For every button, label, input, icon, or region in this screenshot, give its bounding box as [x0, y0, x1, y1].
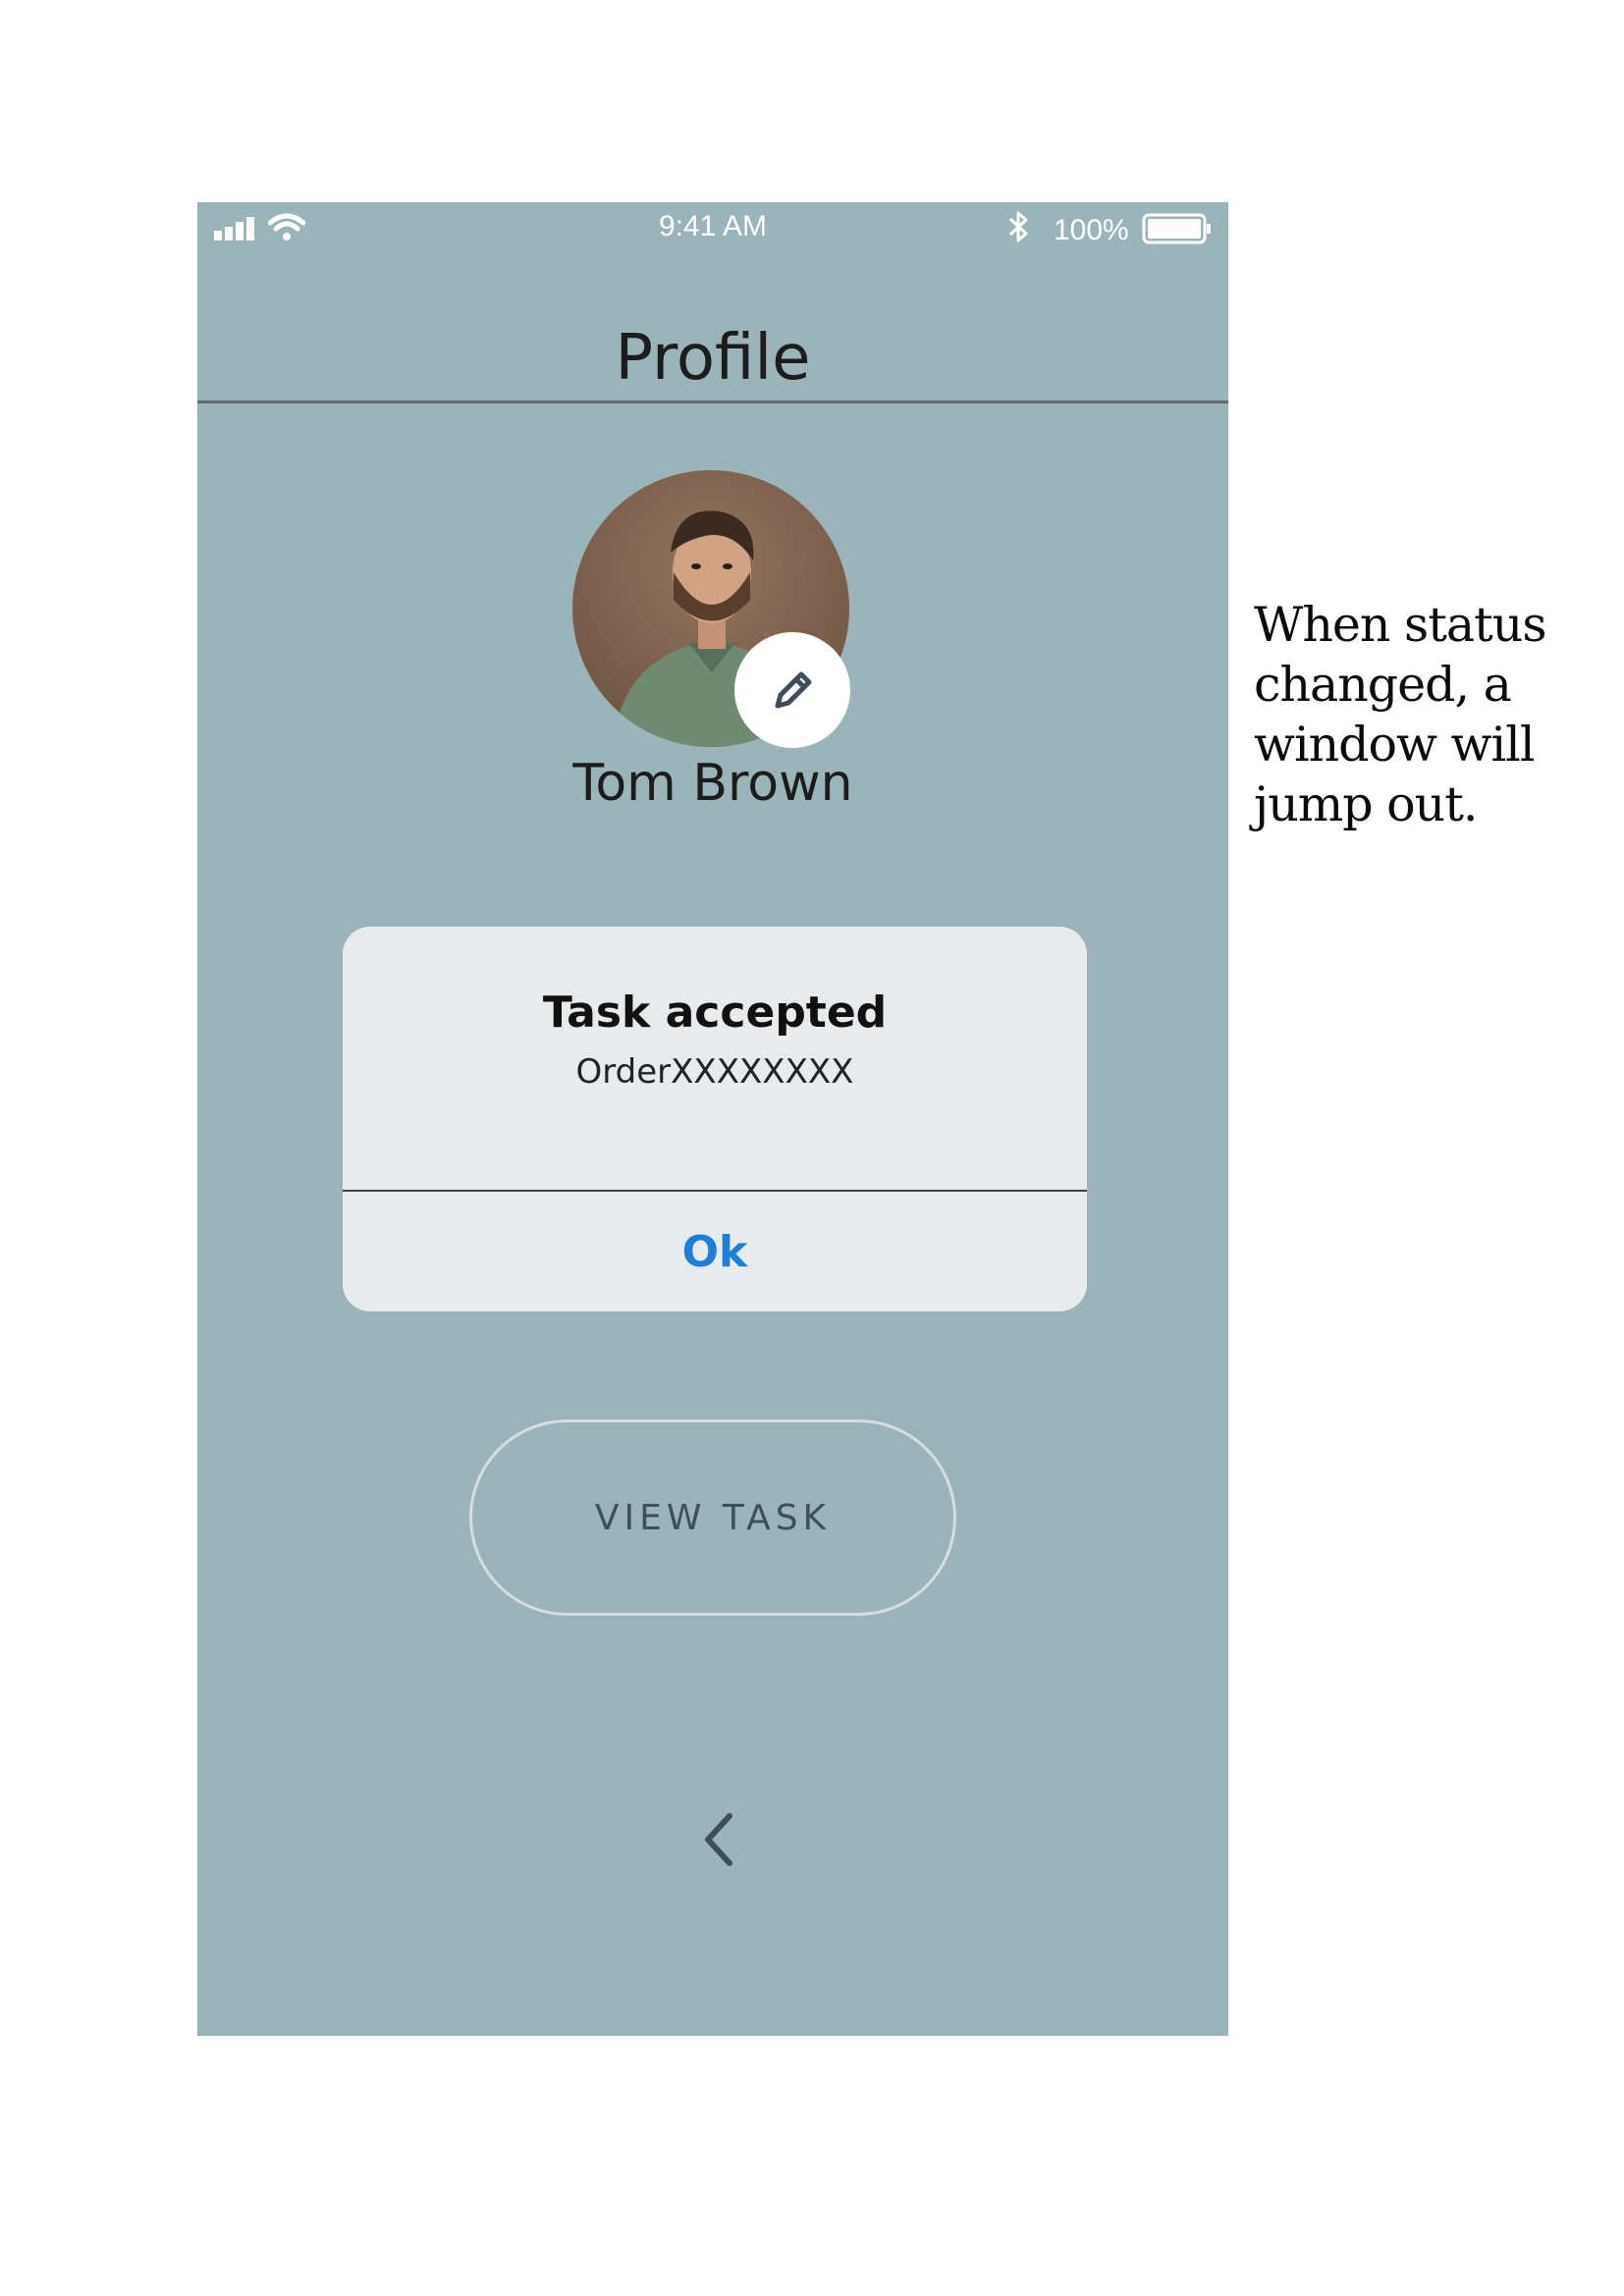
- battery-icon: [1142, 213, 1211, 244]
- header-divider: [197, 400, 1228, 403]
- task-accepted-dialog: Task accepted OrderXXXXXXXX Ok: [343, 927, 1087, 1311]
- dialog-message: OrderXXXXXXXX: [575, 1052, 854, 1092]
- chevron-left-icon[interactable]: [700, 1808, 739, 1871]
- page-title: Profile: [615, 322, 811, 395]
- user-name: Tom Brown: [572, 754, 853, 813]
- annotation-note: When status changed, a window will jump …: [1254, 597, 1547, 832]
- view-task-button[interactable]: VIEW TASK: [469, 1419, 956, 1616]
- ok-button[interactable]: Ok: [343, 1192, 1087, 1311]
- battery-percent: 100%: [1054, 214, 1129, 246]
- phone-screen: 9:41 AM 100% Profile Tom Brown Task acce…: [197, 202, 1228, 2036]
- edit-avatar-button[interactable]: [734, 632, 850, 748]
- dialog-title: Task accepted: [542, 988, 888, 1038]
- pencil-icon: [775, 671, 812, 709]
- status-bar: 9:41 AM 100%: [197, 202, 1228, 261]
- bluetooth-icon: [1008, 211, 1028, 242]
